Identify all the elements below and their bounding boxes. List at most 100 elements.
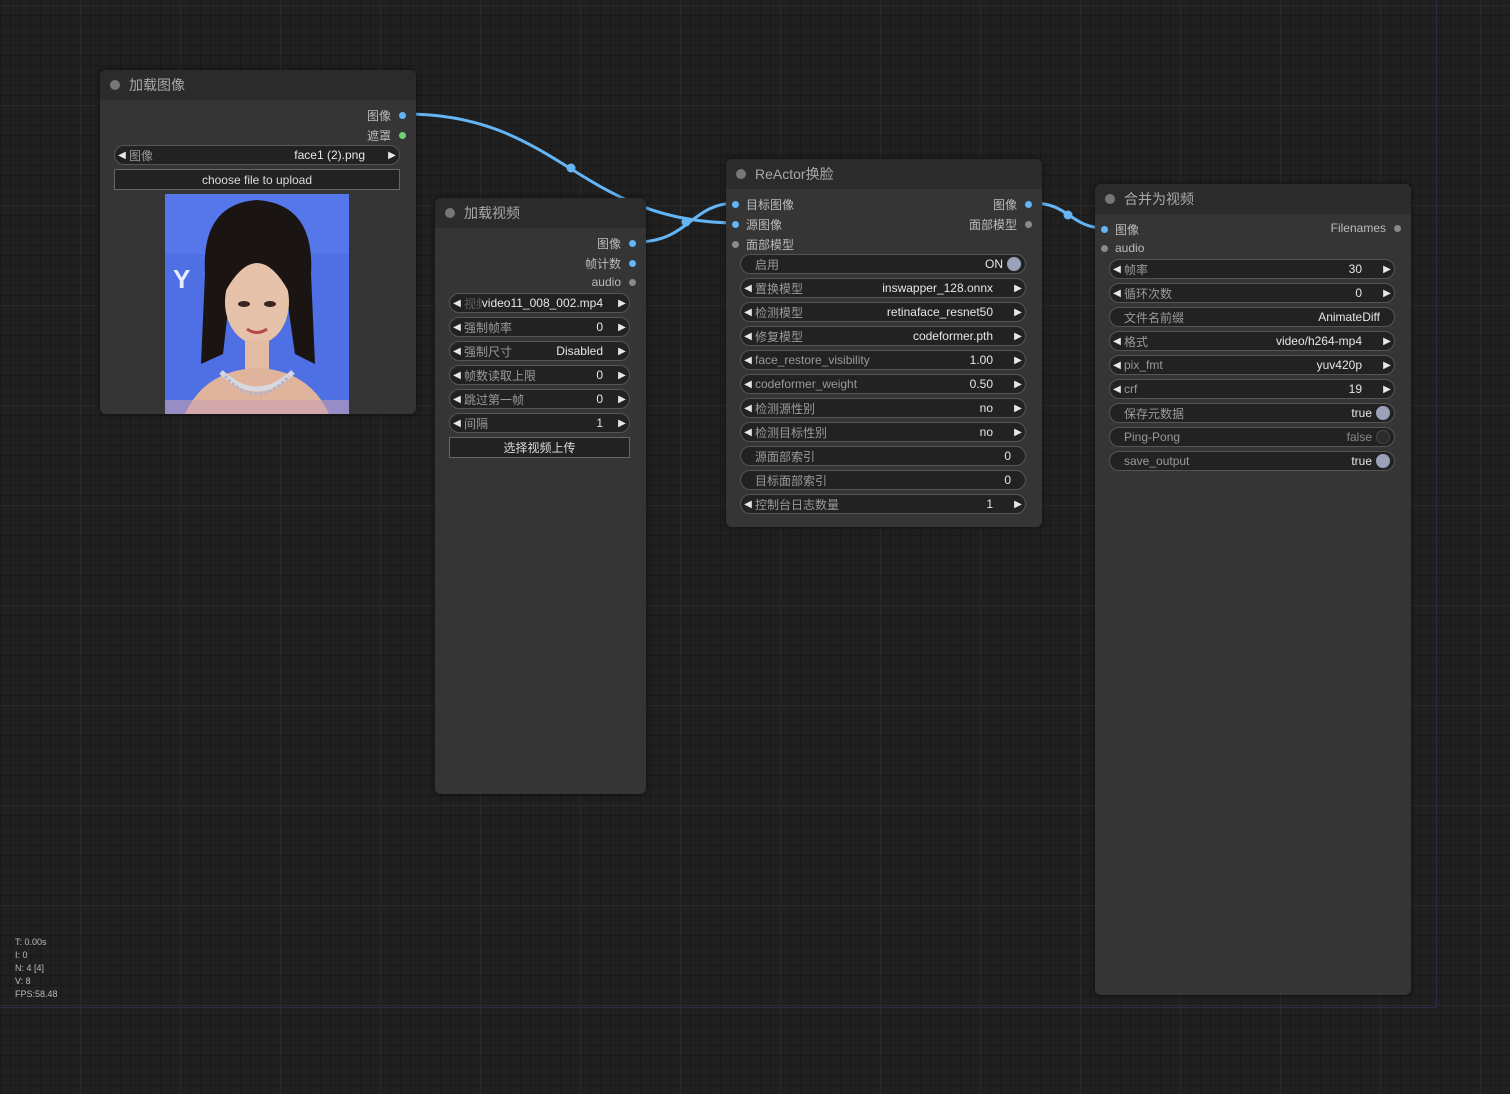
arrow-right-icon[interactable]: ▶ [1380,384,1394,395]
arrow-left-icon[interactable]: ◀ [450,322,464,333]
slot-dot-icon[interactable] [1394,224,1401,232]
input-slot-face-model[interactable]: 面部模型 [732,236,794,253]
toggle-knob-icon[interactable] [1376,430,1390,444]
slot-dot-icon[interactable] [399,132,406,139]
video-upload-button[interactable]: 选择视频上传 [449,437,630,458]
output-slot-image[interactable]: 图像 [367,107,406,124]
toggle-knob-icon[interactable] [1376,406,1390,420]
arrow-left-icon[interactable]: ◀ [1110,288,1124,299]
arrow-right-icon[interactable]: ▶ [615,394,629,405]
enable-toggle[interactable]: 启用 ON [740,254,1026,274]
arrow-left-icon[interactable]: ◀ [741,499,755,510]
arrow-right-icon[interactable]: ▶ [1011,283,1025,294]
arrow-left-icon[interactable]: ◀ [741,379,755,390]
toggle-knob-icon[interactable] [1007,257,1021,271]
node-title-bar[interactable]: 加载视频 [435,198,646,228]
arrow-right-icon[interactable]: ▶ [1011,499,1025,510]
loop-count-widget[interactable]: ◀ 循环次数 0 ▶ [1109,283,1395,303]
graph-canvas[interactable]: 加载图像 图像 遮罩 ◀ 图像 face1 (2).png ▶ choose f… [0,0,1510,1094]
arrow-right-icon[interactable]: ▶ [1011,403,1025,414]
restore-model-widget[interactable]: ◀ 修复模型 codeformer.pth ▶ [740,326,1026,346]
detect-target-gender-widget[interactable]: ◀ 检测目标性别 no ▶ [740,422,1026,442]
input-slot-images[interactable]: 图像 [1101,221,1139,238]
arrow-left-icon[interactable]: ◀ [1110,384,1124,395]
arrow-right-icon[interactable]: ▶ [1011,355,1025,366]
arrow-right-icon[interactable]: ▶ [615,322,629,333]
video-combine-node[interactable]: 合并为视频 图像 Filenames audio ◀ 帧率 30 ▶ ◀ 循环次… [1095,184,1411,995]
force-size-widget[interactable]: ◀ 强制尺寸 Disabled ▶ [449,341,630,361]
swap-model-widget[interactable]: ◀ 置换模型 inswapper_128.onnx ▶ [740,278,1026,298]
codeformer-weight-widget[interactable]: ◀ codeformer_weight 0.50 ▶ [740,374,1026,394]
arrow-right-icon[interactable]: ▶ [1380,264,1394,275]
source-face-index-field[interactable]: 源面部索引 0 [740,446,1026,466]
console-log-level-widget[interactable]: ◀ 控制台日志数量 1 ▶ [740,494,1026,514]
node-title-bar[interactable]: ReActor换脸 [726,159,1042,189]
ping-pong-toggle[interactable]: Ping-Pong false [1109,427,1395,447]
upload-button[interactable]: choose file to upload [114,169,400,190]
arrow-left-icon[interactable]: ◀ [741,427,755,438]
image-select-widget[interactable]: ◀ 图像 face1 (2).png ▶ [114,145,400,165]
save-output-toggle[interactable]: save_output true [1109,451,1395,471]
slot-dot-icon[interactable] [732,241,739,248]
arrow-right-icon[interactable]: ▶ [1011,379,1025,390]
arrow-left-icon[interactable]: ◀ [450,346,464,357]
arrow-left-icon[interactable]: ◀ [741,331,755,342]
link-midpoint[interactable] [1063,210,1073,220]
slot-dot-icon[interactable] [629,278,636,286]
arrow-left-icon[interactable]: ◀ [1110,360,1124,371]
load-image-node[interactable]: 加载图像 图像 遮罩 ◀ 图像 face1 (2).png ▶ choose f… [100,70,416,414]
arrow-right-icon[interactable]: ▶ [1380,288,1394,299]
pix-fmt-widget[interactable]: ◀ pix_fmt yuv420p ▶ [1109,355,1395,375]
arrow-left-icon[interactable]: ◀ [450,418,464,429]
slot-dot-icon[interactable] [1101,226,1108,233]
input-slot-audio[interactable]: audio [1101,241,1144,255]
arrow-left-icon[interactable]: ◀ [741,403,755,414]
target-face-index-field[interactable]: 目标面部索引 0 [740,470,1026,490]
filename-prefix-field[interactable]: 文件名前缀 AnimateDiff [1109,307,1395,327]
collapse-dot-icon[interactable] [736,169,746,179]
detection-model-widget[interactable]: ◀ 检测模型 retinaface_resnet50 ▶ [740,302,1026,322]
arrow-left-icon[interactable]: ◀ [741,283,755,294]
slot-dot-icon[interactable] [629,260,636,267]
collapse-dot-icon[interactable] [110,80,120,90]
link-midpoint[interactable] [566,163,576,173]
arrow-right-icon[interactable]: ▶ [1380,360,1394,371]
slot-dot-icon[interactable] [629,240,636,247]
output-slot-mask[interactable]: 遮罩 [367,127,406,144]
output-slot-filenames[interactable]: Filenames [1331,221,1401,235]
slot-dot-icon[interactable] [732,201,739,208]
arrow-left-icon[interactable]: ◀ [450,370,464,381]
arrow-right-icon[interactable]: ▶ [615,418,629,429]
slot-dot-icon[interactable] [1025,201,1032,208]
link-midpoint[interactable] [681,217,691,227]
output-slot-audio[interactable]: audio [592,275,636,289]
output-slot-face-model[interactable]: 面部模型 [969,216,1032,233]
video-select-widget[interactable]: ◀ 视频 video11_008_002.mp4 ▶ [449,293,630,313]
crf-widget[interactable]: ◀ crf 19 ▶ [1109,379,1395,399]
arrow-right-icon[interactable]: ▶ [615,370,629,381]
force-rate-widget[interactable]: ◀ 强制帧率 0 ▶ [449,317,630,337]
restore-visibility-widget[interactable]: ◀ face_restore_visibility 1.00 ▶ [740,350,1026,370]
frame-rate-widget[interactable]: ◀ 帧率 30 ▶ [1109,259,1395,279]
node-title-bar[interactable]: 加载图像 [100,70,416,100]
save-metadata-toggle[interactable]: 保存元数据 true [1109,403,1395,423]
output-slot-image[interactable]: 图像 [597,235,636,252]
arrow-left-icon[interactable]: ◀ [450,298,464,309]
detect-source-gender-widget[interactable]: ◀ 检测源性别 no ▶ [740,398,1026,418]
arrow-left-icon[interactable]: ◀ [741,355,755,366]
collapse-dot-icon[interactable] [445,208,455,218]
slot-dot-icon[interactable] [399,112,406,119]
reactor-faceswap-node[interactable]: ReActor换脸 目标图像 图像 源图像 面部模型 面部模型 启用 ON ◀ … [726,159,1042,527]
arrow-left-icon[interactable]: ◀ [741,307,755,318]
load-video-node[interactable]: 加载视频 图像 帧计数 audio ◀ 视频 video11_008_002.m… [435,198,646,794]
arrow-right-icon[interactable]: ▶ [615,346,629,357]
link-video-to-target[interactable] [635,201,738,244]
node-title-bar[interactable]: 合并为视频 [1095,184,1411,214]
collapse-dot-icon[interactable] [1105,194,1115,204]
frame-cap-widget[interactable]: ◀ 帧数读取上限 0 ▶ [449,365,630,385]
output-slot-image[interactable]: 图像 [993,196,1032,213]
slot-dot-icon[interactable] [1101,244,1108,252]
arrow-right-icon[interactable]: ▶ [615,298,629,309]
arrow-left-icon[interactable]: ◀ [115,150,129,161]
format-widget[interactable]: ◀ 格式 video/h264-mp4 ▶ [1109,331,1395,351]
